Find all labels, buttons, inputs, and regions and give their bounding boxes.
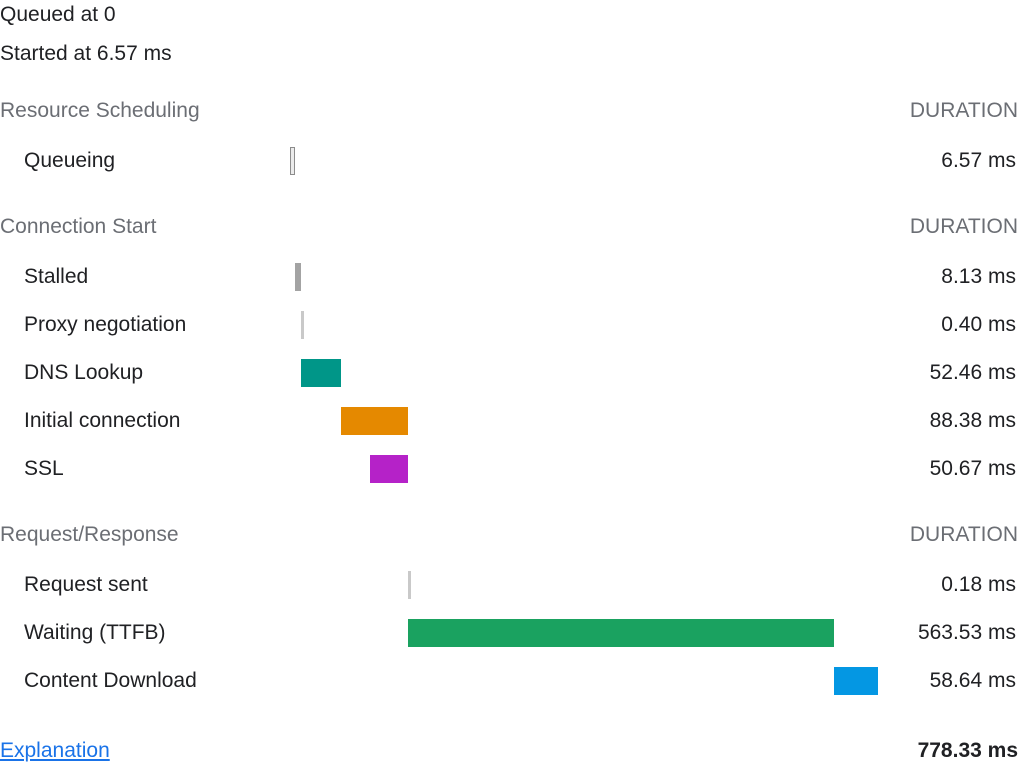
timing-bar — [370, 455, 408, 483]
section-title: Resource Scheduling — [0, 99, 200, 123]
section: Request/Response DURATION Request sent 0.18… — [0, 523, 1018, 705]
row-label: Content Download — [0, 668, 290, 693]
bar-track — [290, 455, 878, 483]
timing-row: Content Download 58.64 ms — [0, 657, 1018, 705]
row-value: 58.64 ms — [878, 668, 1018, 693]
footer: Explanation 778.33 ms — [0, 739, 1018, 763]
section: Resource Scheduling DURATION Queueing 6.57 … — [0, 99, 1018, 185]
total-duration: 778.33 ms — [918, 739, 1018, 763]
timing-bar — [408, 571, 411, 599]
bar-track — [290, 571, 878, 599]
bar-track — [290, 667, 878, 695]
timing-bar — [301, 359, 341, 387]
section-header: Request/Response DURATION — [0, 523, 1018, 547]
section-header: Resource Scheduling DURATION — [0, 99, 1018, 123]
bar-track — [290, 311, 878, 339]
row-value: 52.46 ms — [878, 360, 1018, 385]
bar-track — [290, 147, 878, 175]
row-value: 8.13 ms — [878, 264, 1018, 289]
duration-column-label: DURATION — [910, 99, 1018, 123]
duration-column-label: DURATION — [910, 215, 1018, 239]
section-title: Connection Start — [0, 215, 156, 239]
timing-row: Stalled 8.13 ms — [0, 253, 1018, 301]
row-label: DNS Lookup — [0, 360, 290, 385]
summary: Queued at 0 Started at 6.57 ms — [0, 0, 1018, 69]
row-label: Request sent — [0, 572, 290, 597]
section: Connection Start DURATION Stalled 8.13 ms Pr… — [0, 215, 1018, 493]
section-header: Connection Start DURATION — [0, 215, 1018, 239]
timing-row: Request sent 0.18 ms — [0, 561, 1018, 609]
row-value: 50.67 ms — [878, 456, 1018, 481]
timing-row: Queueing 6.57 ms — [0, 137, 1018, 185]
row-label: Initial connection — [0, 408, 290, 433]
row-label: Proxy negotiation — [0, 312, 290, 337]
row-value: 0.40 ms — [878, 312, 1018, 337]
row-value: 88.38 ms — [878, 408, 1018, 433]
bar-track — [290, 619, 878, 647]
row-label: Waiting (TTFB) — [0, 620, 290, 645]
timing-row: Proxy negotiation 0.40 ms — [0, 301, 1018, 349]
section-title: Request/Response — [0, 523, 179, 547]
timing-row: DNS Lookup 52.46 ms — [0, 349, 1018, 397]
timing-row: Waiting (TTFB) 563.53 ms — [0, 609, 1018, 657]
timing-bar — [408, 619, 834, 647]
row-value: 563.53 ms — [878, 620, 1018, 645]
timing-bar — [834, 667, 878, 695]
row-label: Stalled — [0, 264, 290, 289]
bar-track — [290, 359, 878, 387]
bar-track — [290, 263, 878, 291]
timing-bar — [295, 263, 301, 291]
timing-sections: Resource Scheduling DURATION Queueing 6.57 … — [0, 99, 1018, 705]
row-label: Queueing — [0, 148, 290, 173]
timing-row: SSL 50.67 ms — [0, 445, 1018, 493]
timing-row: Initial connection 88.38 ms — [0, 397, 1018, 445]
timing-bar — [341, 407, 408, 435]
timing-bar — [301, 311, 304, 339]
row-value: 0.18 ms — [878, 572, 1018, 597]
queued-at: Queued at 0 — [0, 0, 1018, 29]
row-value: 6.57 ms — [878, 148, 1018, 173]
duration-column-label: DURATION — [910, 523, 1018, 547]
timing-bar — [290, 147, 295, 175]
bar-track — [290, 407, 878, 435]
row-label: SSL — [0, 456, 290, 481]
started-at: Started at 6.57 ms — [0, 39, 1018, 68]
explanation-link[interactable]: Explanation — [0, 739, 110, 763]
